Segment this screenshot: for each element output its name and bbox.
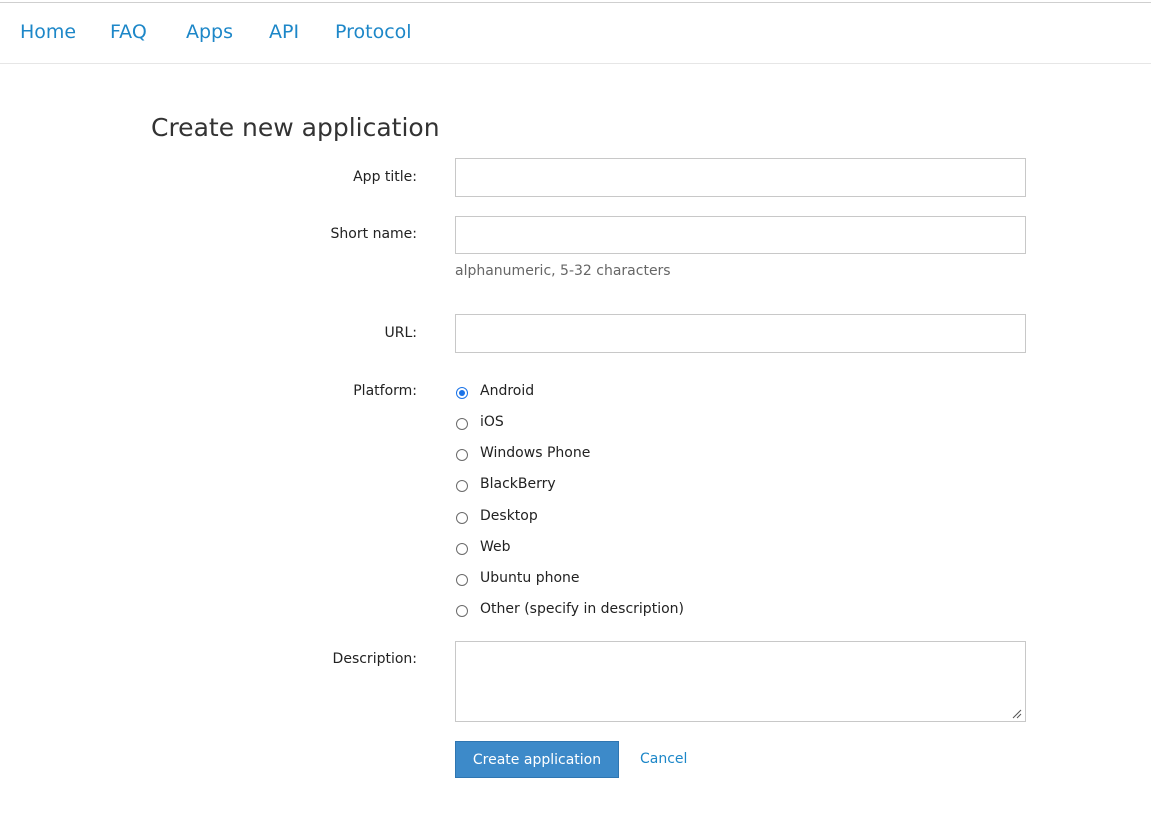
platform-option-label: Android	[480, 383, 535, 399]
resize-grip-icon[interactable]	[1010, 707, 1022, 719]
platform-option-label: BlackBerry	[480, 476, 556, 492]
top-nav: Home FAQ Apps API Protocol	[0, 3, 1151, 64]
page-title: Create new application	[151, 113, 440, 142]
platform-option-ios[interactable]: iOS	[455, 412, 504, 432]
platform-option-desktop[interactable]: Desktop	[455, 506, 538, 526]
url-input[interactable]	[455, 314, 1026, 353]
platform-option-label: iOS	[480, 414, 504, 430]
platform-option-other[interactable]: Other (specify in description)	[455, 599, 684, 619]
platform-option-label: Ubuntu phone	[480, 570, 580, 586]
short-name-hint: alphanumeric, 5-32 characters	[455, 263, 671, 279]
app-title-input[interactable]	[455, 158, 1026, 197]
platform-option-label: Web	[480, 539, 511, 555]
radio-windows-phone[interactable]	[456, 449, 468, 461]
platform-option-web[interactable]: Web	[455, 537, 511, 557]
radio-android[interactable]	[456, 387, 468, 399]
nav-api-link[interactable]: API	[269, 20, 299, 44]
platform-option-android[interactable]: Android	[455, 381, 534, 401]
create-application-button[interactable]: Create application	[455, 741, 619, 778]
radio-blackberry[interactable]	[456, 480, 468, 492]
platform-option-label: Desktop	[480, 508, 538, 524]
radio-ios[interactable]	[456, 418, 468, 430]
platform-option-label: Windows Phone	[480, 445, 591, 461]
radio-other[interactable]	[456, 605, 468, 617]
platform-option-windows-phone[interactable]: Windows Phone	[455, 443, 590, 463]
description-textarea[interactable]	[455, 641, 1026, 722]
nav-protocol-link[interactable]: Protocol	[335, 20, 412, 44]
app-title-label: App title:	[353, 169, 417, 185]
nav-home-link[interactable]: Home	[20, 20, 76, 44]
platform-option-label: Other (specify in description)	[480, 601, 684, 617]
short-name-label: Short name:	[330, 226, 417, 242]
platform-label: Platform:	[353, 383, 417, 399]
radio-desktop[interactable]	[456, 512, 468, 524]
url-label: URL:	[384, 325, 418, 341]
nav-faq-link[interactable]: FAQ	[110, 20, 147, 44]
short-name-input[interactable]	[455, 216, 1026, 254]
description-label: Description:	[332, 651, 417, 667]
radio-ubuntu-phone[interactable]	[456, 574, 468, 586]
cancel-link[interactable]: Cancel	[640, 750, 687, 768]
platform-option-ubuntu-phone[interactable]: Ubuntu phone	[455, 568, 580, 588]
platform-option-blackberry[interactable]: BlackBerry	[455, 474, 556, 494]
nav-apps-link[interactable]: Apps	[186, 20, 233, 44]
radio-web[interactable]	[456, 543, 468, 555]
